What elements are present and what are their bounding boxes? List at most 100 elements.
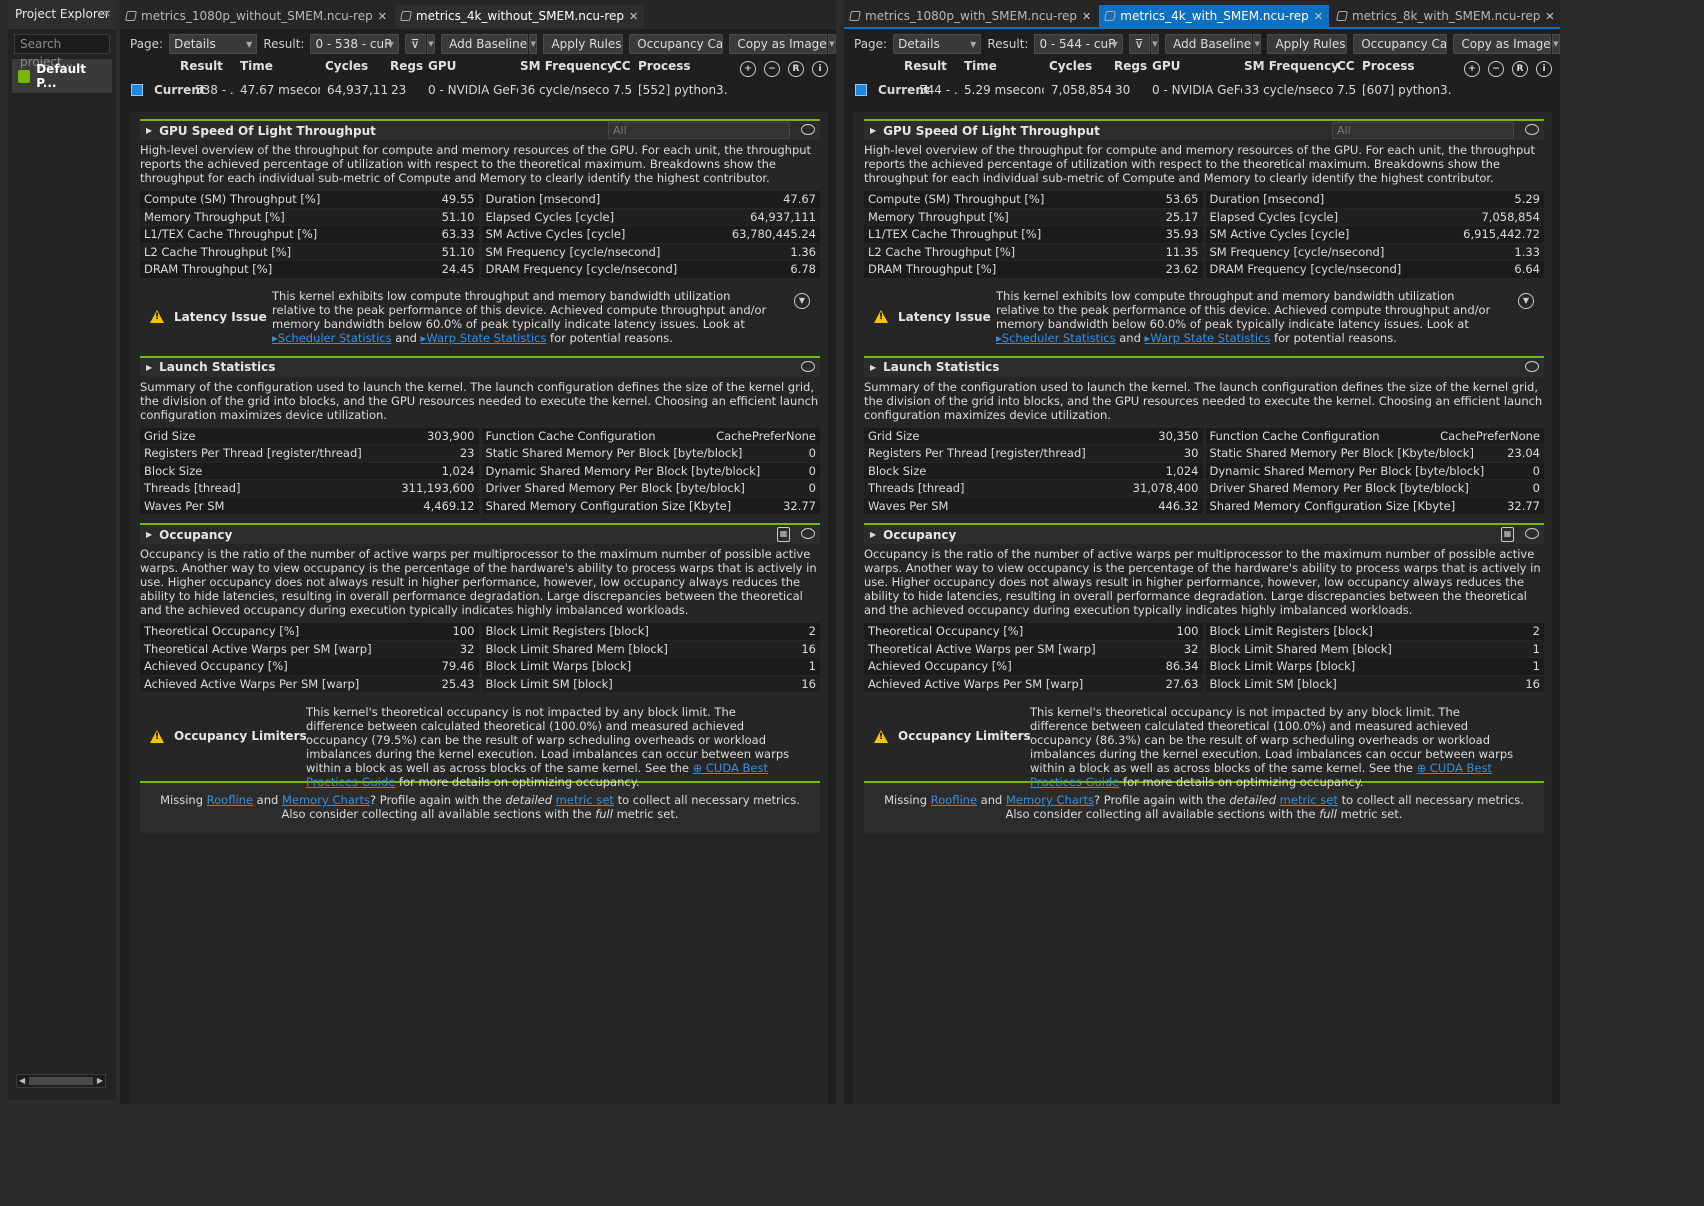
- add-icon[interactable]: +: [1464, 61, 1480, 77]
- expand-rule-icon[interactable]: ▼: [1518, 292, 1534, 309]
- add-baseline-button[interactable]: Add Baseline: [1165, 34, 1253, 54]
- current-result-row[interactable]: Current544 - ...5.29 msecond7,058,854300…: [844, 61, 1560, 101]
- sol-section-header[interactable]: ▶ GPU Speed Of Light Throughput All: [140, 119, 820, 140]
- occupancy-section-header[interactable]: ▶ Occupancy ▦: [140, 523, 820, 544]
- warp-state-statistics-link[interactable]: ▸Warp State Statistics: [421, 331, 547, 345]
- sol-section-header[interactable]: ▶ GPU Speed Of Light Throughput All: [864, 119, 1544, 140]
- sol-left-table: Compute (SM) Throughput [%] 53.65 Memory T…: [864, 191, 1203, 279]
- expand-triangle-icon[interactable]: ▶: [870, 126, 876, 135]
- apply-rules-button[interactable]: Apply Rules: [1267, 34, 1348, 54]
- current-result-row[interactable]: Current538 - ...47.67 msecond64,937,1112…: [120, 61, 836, 101]
- expand-triangle-icon[interactable]: ▶: [146, 126, 152, 135]
- scroll-left-icon[interactable]: ◀: [19, 1076, 25, 1085]
- metric-value: 32: [459, 641, 475, 656]
- filter-icon[interactable]: ⊽: [1128, 34, 1150, 54]
- metric-set-link[interactable]: metric set: [556, 793, 614, 807]
- expand-triangle-icon[interactable]: ▶: [146, 530, 152, 539]
- roofline-link[interactable]: Roofline: [207, 793, 253, 807]
- report-tab[interactable]: metrics_8k_with_SMEM.ncu-rep ✕: [1331, 5, 1561, 27]
- expand-triangle-icon[interactable]: ▶: [870, 530, 876, 539]
- comment-icon[interactable]: [801, 360, 815, 372]
- launch-left-table: Grid Size 30,350 Registers Per Thread [reg…: [864, 427, 1203, 515]
- expand-rule-icon[interactable]: ▼: [794, 292, 810, 309]
- project-explorer-tab[interactable]: Project Explorer ✕: [8, 0, 116, 29]
- add-baseline-button[interactable]: Add Baseline: [441, 34, 529, 54]
- metric-value: 23.62: [1165, 262, 1199, 277]
- remove-icon[interactable]: −: [1488, 61, 1504, 77]
- copy-as-image-button[interactable]: Copy as Image: [1453, 34, 1551, 54]
- comment-icon[interactable]: [801, 528, 815, 539]
- calculator-icon[interactable]: ▦: [777, 527, 790, 542]
- scheduler-statistics-link[interactable]: ▸Scheduler Statistics: [996, 331, 1116, 345]
- report-tab[interactable]: metrics_4k_without_SMEM.ncu-rep ✕: [394, 5, 645, 27]
- scroll-right-icon[interactable]: ▶: [97, 1076, 103, 1085]
- remove-icon[interactable]: −: [764, 61, 780, 77]
- comment-icon[interactable]: [801, 124, 815, 135]
- memory-charts-link[interactable]: Memory Charts: [282, 793, 370, 807]
- page-select[interactable]: Details ▼: [169, 34, 258, 54]
- metric-set-link[interactable]: metric set: [1280, 793, 1338, 807]
- metric-row: Static Shared Memory Per Block [Kbyte/bl…: [1205, 445, 1544, 463]
- metric-name: Block Limit Registers [block]: [1209, 624, 1373, 639]
- reset-icon[interactable]: R: [788, 61, 804, 77]
- close-tab-icon[interactable]: ✕: [1314, 10, 1323, 23]
- occupancy-calculator-button[interactable]: Occupancy Calcula: [1353, 34, 1448, 54]
- info-icon[interactable]: i: [812, 61, 828, 77]
- filter-dropdown[interactable]: ▼: [1150, 34, 1160, 54]
- baseline-dropdown[interactable]: ▼: [1253, 34, 1262, 54]
- expand-triangle-icon[interactable]: ▶: [146, 363, 152, 372]
- report-tab[interactable]: metrics_4k_with_SMEM.ncu-rep ✕: [1099, 5, 1329, 27]
- expand-triangle-icon[interactable]: ▶: [870, 363, 876, 372]
- sol-filter-select[interactable]: All: [1332, 122, 1514, 139]
- search-project-input[interactable]: Search project...: [14, 34, 110, 69]
- copy-as-image-button[interactable]: Copy as Image: [729, 34, 827, 54]
- report-tab[interactable]: metrics_1080p_without_SMEM.ncu-rep ✕: [120, 5, 393, 27]
- sol-section: ▶ GPU Speed Of Light Throughput All High-l…: [140, 119, 820, 347]
- comment-icon[interactable]: [1525, 360, 1539, 372]
- metric-name: SM Active Cycles [cycle]: [485, 227, 626, 242]
- result-select[interactable]: 0 - 538 - cuRes▼: [310, 34, 399, 54]
- metric-value: 16: [801, 641, 816, 656]
- comment-icon[interactable]: [1525, 124, 1539, 135]
- apply-rules-button[interactable]: Apply Rules: [543, 34, 624, 54]
- reset-icon[interactable]: R: [1512, 61, 1528, 77]
- comment-icon[interactable]: [1525, 528, 1539, 539]
- current-checkbox[interactable]: [131, 84, 143, 96]
- launch-section-header[interactable]: ▶ Launch Statistics: [140, 355, 820, 377]
- close-icon[interactable]: ✕: [103, 9, 111, 20]
- close-tab-icon[interactable]: ✕: [1545, 10, 1554, 23]
- filter-icon[interactable]: ⊽: [404, 34, 426, 54]
- copy-dropdown[interactable]: ▼: [827, 34, 836, 54]
- memory-charts-link[interactable]: Memory Charts: [1006, 793, 1094, 807]
- occupancy-calculator-button[interactable]: Occupancy Calcula: [629, 34, 724, 54]
- scheduler-statistics-link[interactable]: ▸Scheduler Statistics: [272, 331, 392, 345]
- info-icon[interactable]: i: [1536, 61, 1552, 77]
- col-gpu-header: GPU: [428, 59, 457, 73]
- col-smfreq-header: SM Frequency: [520, 59, 615, 73]
- col-time-header: Time: [240, 59, 273, 73]
- metric-name: Achieved Active Warps Per SM [warp]: [144, 676, 360, 691]
- sol-filter-select[interactable]: All: [608, 122, 790, 139]
- report-tab[interactable]: metrics_1080p_with_SMEM.ncu-rep ✕: [844, 5, 1097, 27]
- warp-state-statistics-link[interactable]: ▸Warp State Statistics: [1145, 331, 1271, 345]
- page-select[interactable]: Details ▼: [893, 34, 982, 54]
- close-tab-icon[interactable]: ✕: [378, 10, 387, 23]
- horizontal-scrollbar[interactable]: ◀ ▶: [16, 1074, 106, 1088]
- current-checkbox[interactable]: [855, 84, 867, 96]
- baseline-dropdown[interactable]: ▼: [529, 34, 538, 54]
- metric-name: Elapsed Cycles [cycle]: [1209, 209, 1339, 224]
- roofline-link[interactable]: Roofline: [931, 793, 977, 807]
- add-icon[interactable]: +: [740, 61, 756, 77]
- filter-dropdown[interactable]: ▼: [426, 34, 436, 54]
- rule-text: This kernel's theoretical occupancy is n…: [1030, 705, 1514, 789]
- metric-value: 0: [808, 446, 816, 461]
- result-select[interactable]: 0 - 544 - cuRes▼: [1034, 34, 1123, 54]
- copy-dropdown[interactable]: ▼: [1551, 34, 1560, 54]
- calculator-icon[interactable]: ▦: [1501, 527, 1514, 542]
- launch-section-header[interactable]: ▶ Launch Statistics: [864, 355, 1544, 377]
- current-result: 538 - ...: [195, 83, 235, 97]
- close-tab-icon[interactable]: ✕: [629, 10, 638, 23]
- close-tab-icon[interactable]: ✕: [1082, 10, 1091, 23]
- metric-value: 1.36: [790, 244, 816, 259]
- occupancy-section-header[interactable]: ▶ Occupancy ▦: [864, 523, 1544, 544]
